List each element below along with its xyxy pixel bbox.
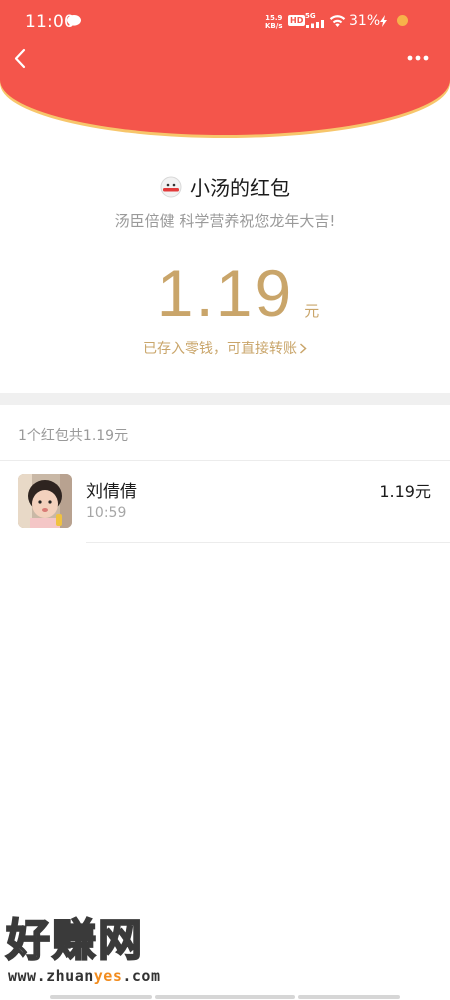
- status-bar: 11:00 15.9 KB/s HD 5G 31%: [0, 0, 450, 44]
- child-photo-avatar: [18, 474, 72, 528]
- nav-gesture-bar-left: [50, 995, 152, 999]
- receiver-list-item[interactable]: 刘倩倩 10:59 1.19元: [0, 462, 450, 542]
- red-packet-detail-page: 11:00 15.9 KB/s HD 5G 31% 小汤的红包 汤臣倍健 科学营…: [0, 0, 450, 1000]
- sender-title-row: 小汤的红包: [0, 172, 450, 203]
- signal-icon: 5G: [305, 12, 325, 28]
- more-options-button[interactable]: [402, 46, 434, 70]
- section-divider: [0, 393, 450, 405]
- summary-divider: [0, 460, 450, 461]
- amount-value: 1.19: [156, 256, 294, 330]
- network-speed: 15.9 KB/s: [265, 14, 282, 30]
- chat-bubble-icon: [67, 15, 81, 27]
- watermark-url: www.zhuanyes.com: [8, 967, 161, 985]
- saved-to-balance-text: 已存入零钱，可直接转账: [143, 341, 297, 357]
- network-type-label: 5G: [305, 12, 316, 20]
- hd-badge: HD: [288, 15, 306, 26]
- back-arrow-icon: [14, 48, 26, 69]
- nav-gesture-bar-center[interactable]: [155, 995, 295, 999]
- back-button[interactable]: [8, 44, 38, 74]
- sender-mascot-icon: [160, 176, 182, 197]
- receiver-name: 刘倩倩: [86, 482, 137, 502]
- watermark-url-accent: yes: [93, 967, 123, 985]
- receiver-time: 10:59: [86, 505, 127, 521]
- watermark-url-prefix: www.zhuan: [8, 967, 94, 985]
- chevron-right-icon: [299, 343, 307, 354]
- saved-to-balance-link[interactable]: 已存入零钱，可直接转账: [0, 338, 450, 358]
- amount-block: 1.19 元: [0, 255, 450, 331]
- greeting-message: 汤臣倍健 科学营养祝您龙年大吉!: [114, 212, 336, 230]
- charging-icon: [380, 15, 387, 27]
- watermark-title: 好赚网: [5, 914, 144, 967]
- list-divider: [86, 542, 450, 543]
- wifi-icon: [329, 15, 346, 27]
- network-speed-value: 15.9: [265, 14, 283, 22]
- receiver-amount: 1.19元: [379, 482, 431, 501]
- nav-gesture-bar-right: [298, 995, 400, 999]
- more-dots-icon: [407, 55, 429, 61]
- network-speed-unit: KB/s: [265, 22, 283, 30]
- sender-name: 小汤的红包: [190, 176, 290, 200]
- packet-summary: 1个红包共1.19元: [18, 428, 129, 444]
- notification-app-icon: [397, 15, 408, 26]
- watermark-url-suffix: .com: [122, 967, 161, 985]
- site-watermark: 好赚网 www.zhuanyes.com: [5, 914, 196, 990]
- amount-unit: 元: [304, 302, 320, 320]
- battery-level: 31%: [349, 13, 381, 29]
- receiver-avatar[interactable]: [18, 474, 72, 528]
